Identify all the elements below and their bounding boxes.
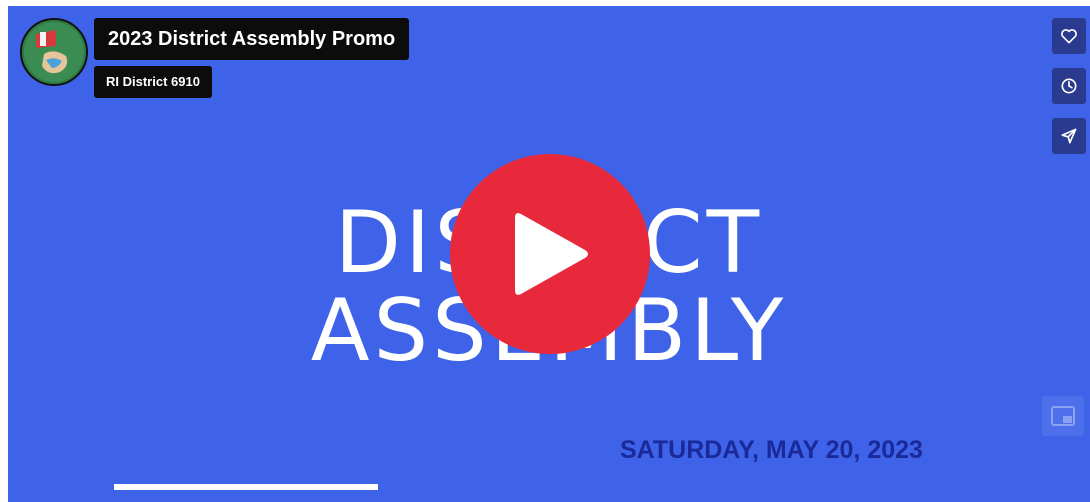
video-player[interactable]: 2023 District Assembly Promo RI District… [8,6,1090,502]
play-icon [515,213,588,295]
decorative-line [114,484,378,490]
clock-icon [1061,78,1077,94]
picture-in-picture-button[interactable] [1042,396,1084,436]
video-title[interactable]: 2023 District Assembly Promo [94,18,410,60]
share-button[interactable] [1052,118,1086,154]
event-date: SATURDAY, MAY 20, 2023 [620,436,923,464]
play-button[interactable] [450,154,650,354]
heart-icon [1061,29,1077,44]
watch-later-button[interactable] [1052,68,1086,104]
page-edge [0,0,8,502]
channel-avatar[interactable] [20,18,88,86]
channel-name[interactable]: RI District 6910 [94,66,212,98]
avatar-image [22,20,86,84]
picture-in-picture-icon [1051,406,1075,426]
send-icon [1061,128,1077,144]
like-button[interactable] [1052,18,1086,54]
